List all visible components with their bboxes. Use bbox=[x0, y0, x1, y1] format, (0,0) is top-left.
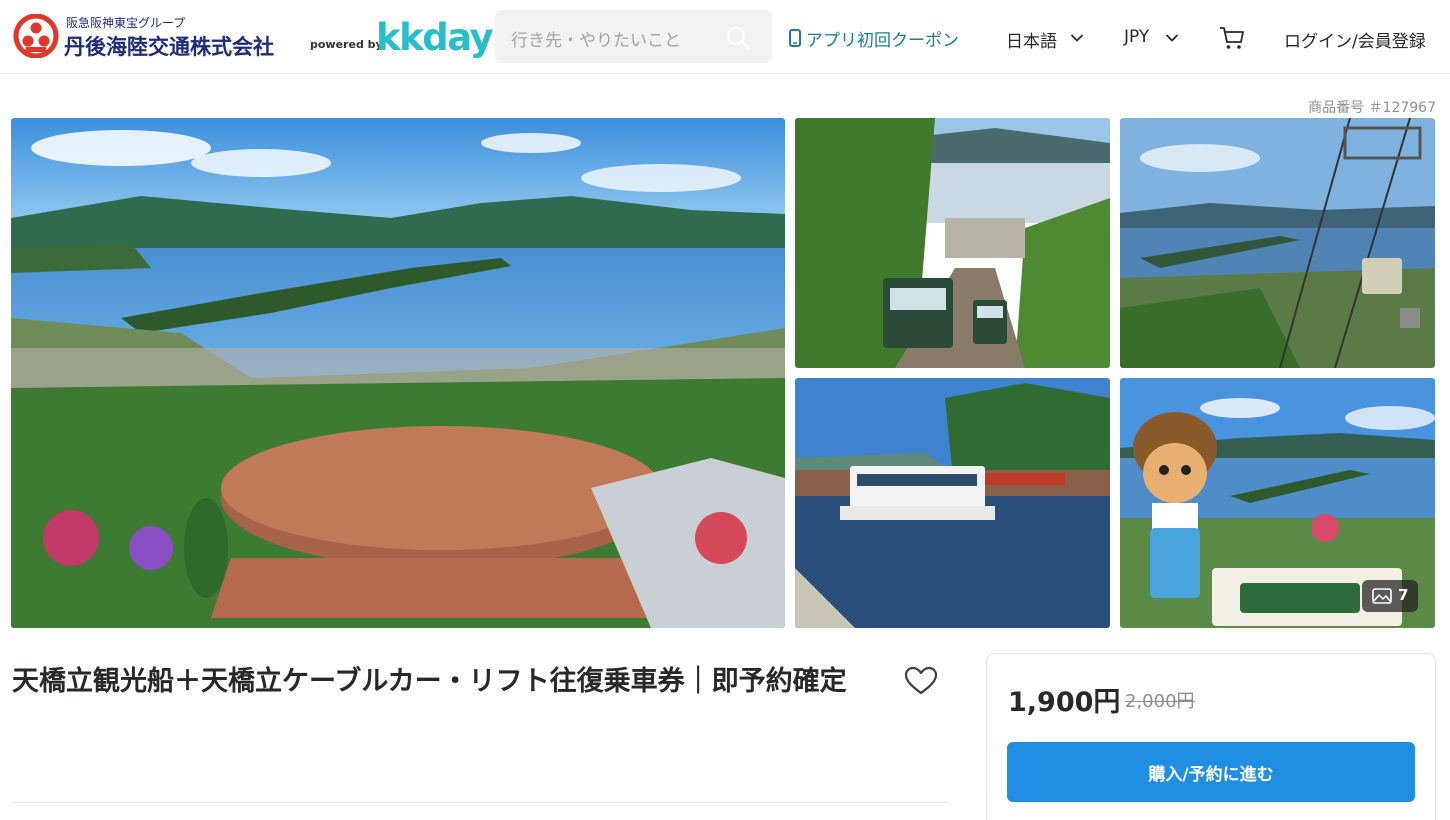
brand-group-name: 阪急阪神東宝グループ bbox=[66, 16, 186, 30]
brand-company-name[interactable]: 丹後海陸交通株式会社 bbox=[64, 31, 274, 61]
original-price: 2,000円 bbox=[1125, 691, 1195, 712]
cart-icon[interactable] bbox=[1218, 24, 1246, 52]
image-icon bbox=[1372, 588, 1392, 604]
currency-selector[interactable]: JPY bbox=[1124, 27, 1149, 47]
search-icon[interactable] bbox=[725, 25, 751, 51]
current-price: 1,900円 bbox=[1008, 687, 1121, 718]
chevron-down-icon[interactable] bbox=[1070, 33, 1084, 43]
site-header: 阪急阪神東宝グループ 丹後海陸交通株式会社 powered by kkday 行… bbox=[0, 0, 1450, 74]
book-button[interactable]: 購入/予約に進む bbox=[1007, 742, 1415, 802]
chairlift-photo[interactable] bbox=[1120, 118, 1435, 368]
kkday-logo[interactable]: kkday bbox=[376, 16, 494, 59]
search-placeholder: 行き先・やりたいこと bbox=[511, 31, 681, 51]
login-register-link[interactable]: ログイン/会員登録 bbox=[1284, 27, 1426, 52]
chevron-down-icon[interactable] bbox=[1165, 33, 1179, 43]
phone-icon bbox=[789, 29, 801, 47]
cable-car-photo[interactable] bbox=[795, 118, 1110, 368]
main-viewpoint-photo[interactable] bbox=[11, 118, 785, 628]
heart-icon[interactable] bbox=[904, 666, 938, 696]
product-number: 商品番号 ＃127967 bbox=[1308, 100, 1436, 116]
powered-by-label: powered by bbox=[310, 38, 383, 51]
sightseeing-boat-photo[interactable] bbox=[795, 378, 1110, 628]
photo-count: 7 bbox=[1398, 586, 1409, 604]
company-logo-icon[interactable] bbox=[12, 14, 60, 58]
product-title: 天橋立観光船＋天橋立ケーブルカー・リフト往復乗車券｜即予約確定 bbox=[12, 666, 847, 696]
language-selector[interactable]: 日本語 bbox=[1006, 27, 1057, 52]
photo-count-badge[interactable]: 7 bbox=[1362, 580, 1418, 612]
coupon-label: アプリ初回クーポン bbox=[806, 31, 959, 51]
title-divider bbox=[12, 802, 949, 803]
